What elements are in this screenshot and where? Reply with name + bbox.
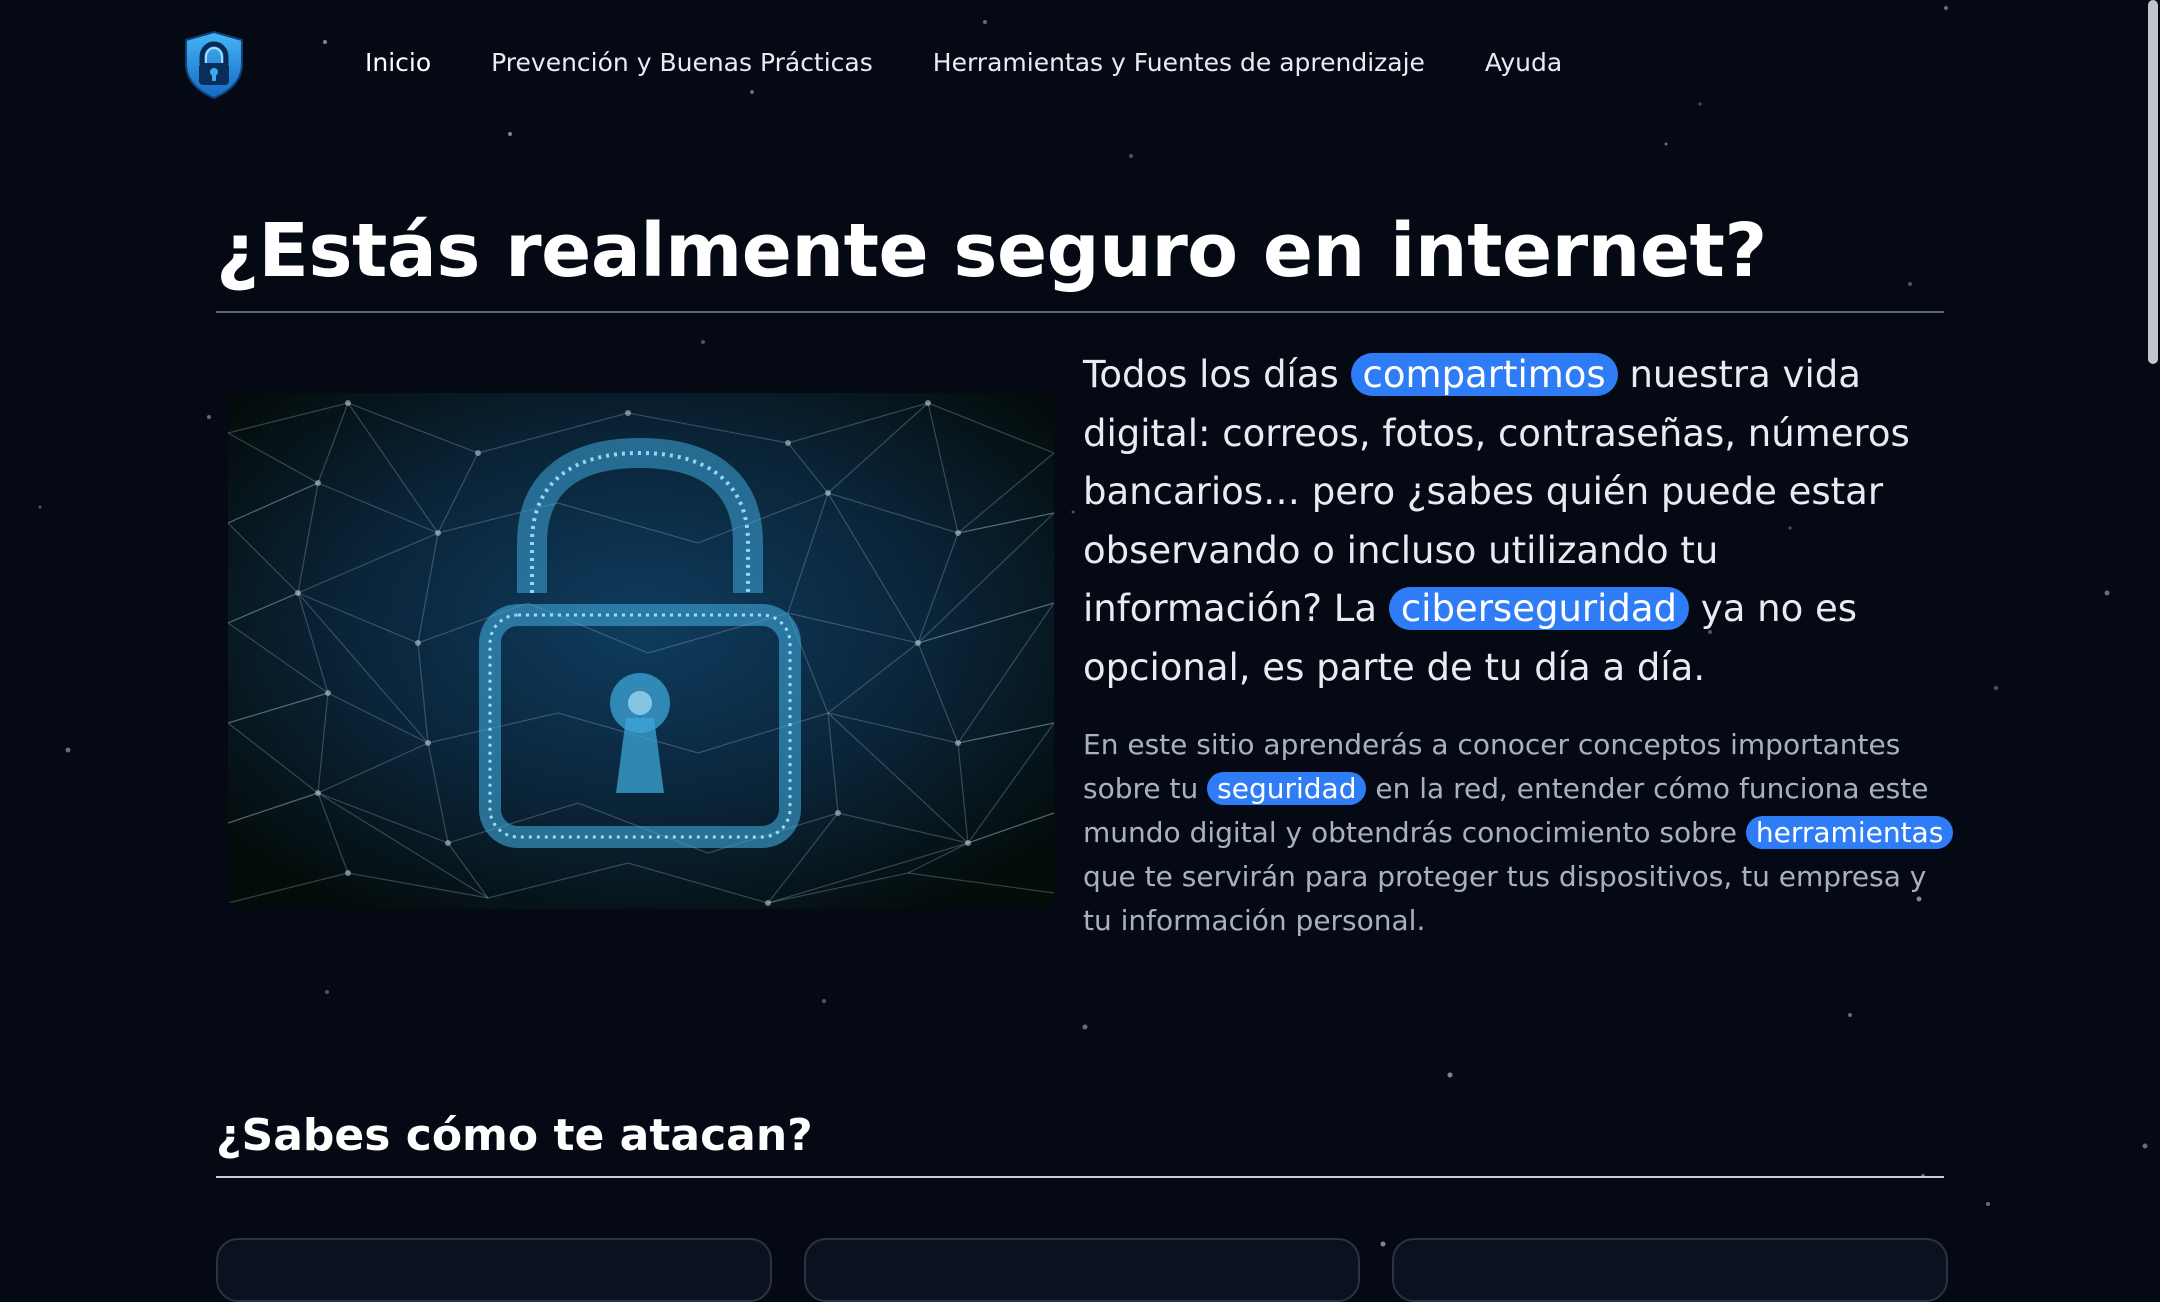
nav-item-herramientas[interactable]: Herramientas y Fuentes de aprendizaje: [933, 48, 1425, 77]
nav-item-inicio[interactable]: Inicio: [365, 48, 431, 77]
shield-lock-logo-icon[interactable]: [182, 30, 246, 100]
nav-item-ayuda[interactable]: Ayuda: [1485, 48, 1562, 77]
page-title: ¿Estás realmente seguro en internet?: [216, 208, 1767, 294]
highlight-compartimos: compartimos: [1350, 353, 1618, 396]
section-divider: [216, 1176, 1944, 1178]
padlock-network-image: [228, 393, 1054, 909]
nav-item-prevencion[interactable]: Prevención y Buenas Prácticas: [491, 48, 873, 77]
intro-body-paragraph: En este sitio aprenderás a conocer conce…: [1083, 723, 1963, 943]
body-text-3: que te servirán para proteger tus dispos…: [1083, 860, 1927, 937]
section-title-attacks: ¿Sabes cómo te atacan?: [216, 1110, 813, 1161]
intro-lead-paragraph: Todos los días compartimos nuestra vida …: [1083, 346, 1963, 697]
highlight-ciberseguridad: ciberseguridad: [1388, 587, 1690, 630]
attack-card[interactable]: [1392, 1238, 1948, 1302]
lead-text-1: Todos los días: [1083, 353, 1351, 396]
scrollbar-thumb[interactable]: [2148, 0, 2158, 364]
title-divider: [216, 311, 1944, 313]
attack-card[interactable]: [804, 1238, 1360, 1302]
highlight-seguridad: seguridad: [1207, 772, 1367, 805]
highlight-herramientas: herramientas: [1745, 816, 1954, 849]
main-nav: Inicio Prevención y Buenas Prácticas Her…: [365, 48, 1562, 77]
attack-card[interactable]: [216, 1238, 772, 1302]
